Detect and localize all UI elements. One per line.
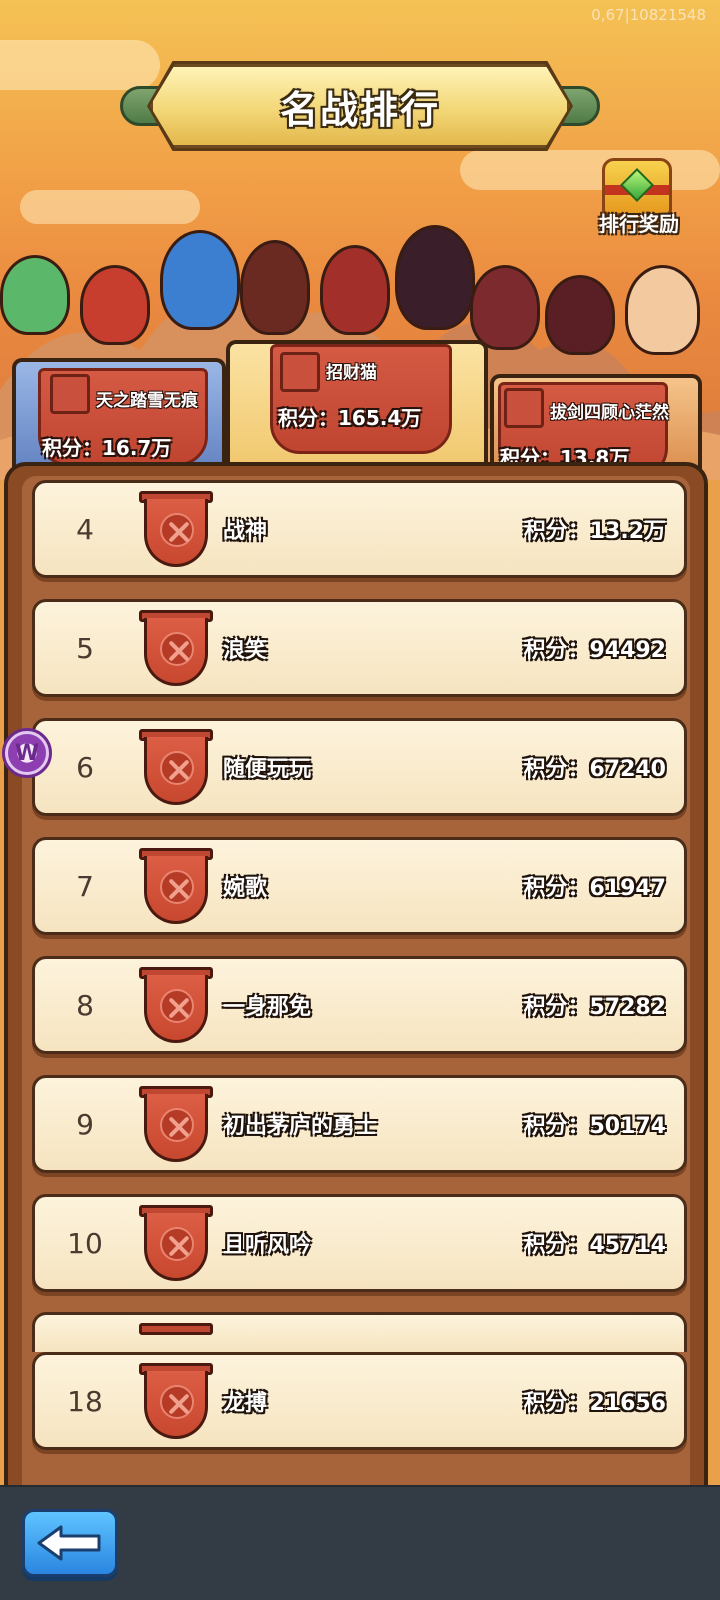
list-item[interactable]: 10 且听风吟 积分：45714 bbox=[32, 1194, 687, 1292]
avatar bbox=[50, 374, 90, 414]
bottom-bar bbox=[0, 1485, 720, 1600]
player-score: 积分：57282 bbox=[523, 995, 666, 1020]
rank-number: 9 bbox=[76, 1107, 94, 1141]
rank-number: 7 bbox=[76, 869, 94, 903]
debug-info-text: 0,67|10821548 bbox=[591, 6, 706, 24]
player-name: 战神 bbox=[223, 519, 268, 544]
list-item[interactable]: 8 一身那免 积分：57282 bbox=[32, 956, 687, 1054]
podium-name: 天之踏雪无痕 bbox=[96, 391, 198, 411]
list-item[interactable]: 7 婉歌 积分：61947 bbox=[32, 837, 687, 935]
hero-figure bbox=[470, 265, 540, 350]
hero-figure bbox=[80, 265, 150, 345]
avatar bbox=[504, 388, 544, 428]
rank-number: 4 bbox=[76, 512, 94, 546]
player-name: 一身那免 bbox=[223, 995, 312, 1020]
back-arrow-icon bbox=[37, 1525, 101, 1561]
list-item[interactable]: 9 初出茅庐的勇士 积分：50174 bbox=[32, 1075, 687, 1173]
rank-number: 6 bbox=[76, 750, 94, 784]
player-badge-icon bbox=[139, 729, 213, 807]
hero-figure bbox=[0, 255, 70, 335]
podium-score: 积分：16.7万 bbox=[42, 436, 172, 460]
player-badge-icon bbox=[139, 491, 213, 569]
player-score: 积分：94492 bbox=[523, 638, 666, 663]
player-badge-icon bbox=[139, 1205, 213, 1283]
list-item[interactable]: 4 战神 积分：13.2万 bbox=[32, 480, 687, 578]
podium-second-place[interactable]: 天之踏雪无痕 积分：16.7万 bbox=[12, 358, 226, 478]
self-rank-row[interactable]: 18 龙搏 积分：21656 bbox=[32, 1352, 687, 1450]
hero-figure bbox=[320, 245, 390, 335]
player-badge-icon bbox=[139, 967, 213, 1045]
rank-number: 8 bbox=[76, 988, 94, 1022]
hero-figure bbox=[160, 230, 240, 330]
player-badge-icon bbox=[139, 1323, 213, 1352]
rank-number: 18 bbox=[67, 1384, 103, 1418]
podium-first-place[interactable]: 招财猫 积分：165.4万 bbox=[226, 340, 488, 478]
player-score: 积分：45714 bbox=[523, 1233, 666, 1258]
player-name: 初出茅庐的勇士 bbox=[223, 1114, 378, 1139]
podium-score: 积分：165.4万 bbox=[278, 406, 422, 430]
player-badge-icon bbox=[139, 1363, 213, 1441]
rank-number: 5 bbox=[76, 631, 94, 665]
rank-number: 10 bbox=[67, 1226, 103, 1260]
title-banner: 名战排行 bbox=[120, 61, 600, 151]
player-score: 积分：61947 bbox=[523, 876, 666, 901]
player-name: 龙搏 bbox=[223, 1391, 268, 1416]
podium-name: 招财猫 bbox=[326, 363, 377, 383]
floating-assistant-icon[interactable]: W bbox=[2, 728, 52, 778]
player-score: 积分：13.2万 bbox=[523, 519, 666, 544]
list-item[interactable]: 5 浪笑 积分：94492 bbox=[32, 599, 687, 697]
avatar bbox=[280, 352, 320, 392]
back-button[interactable] bbox=[22, 1509, 118, 1577]
list-item[interactable] bbox=[32, 1312, 687, 1352]
hero-figure bbox=[395, 225, 475, 330]
player-name: 且听风吟 bbox=[223, 1233, 312, 1258]
player-score: 积分：67240 bbox=[523, 757, 666, 782]
top-three-podium: 天之踏雪无痕 积分：16.7万 招财猫 积分：165.4万 拔剑四顾心茫然 积分… bbox=[0, 340, 720, 478]
hero-figure bbox=[240, 240, 310, 335]
player-name: 随便玩玩 bbox=[223, 757, 312, 782]
player-badge-icon bbox=[139, 610, 213, 688]
player-badge-icon bbox=[139, 1086, 213, 1164]
player-score: 积分：50174 bbox=[523, 1114, 666, 1139]
player-score: 积分：21656 bbox=[523, 1391, 666, 1416]
player-name: 婉歌 bbox=[223, 876, 268, 901]
list-item[interactable]: 6 随便玩玩 积分：67240 bbox=[32, 718, 687, 816]
hero-crowd-illustration bbox=[0, 215, 720, 360]
page-title: 名战排行 bbox=[279, 87, 440, 132]
podium-name: 拔剑四顾心茫然 bbox=[550, 403, 669, 423]
player-badge-icon bbox=[139, 848, 213, 926]
player-name: 浪笑 bbox=[223, 638, 268, 663]
